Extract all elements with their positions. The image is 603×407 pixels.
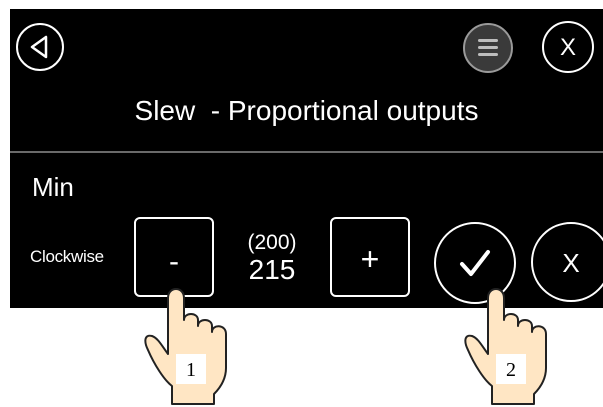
close-button[interactable]: X [542, 21, 594, 73]
increment-button[interactable]: + [330, 217, 410, 297]
menu-icon [478, 39, 498, 56]
pointing-hand-icon: 2 [464, 288, 547, 405]
previous-value: (200) [247, 231, 297, 254]
direction-label: Clockwise [30, 247, 104, 266]
annotation-number-1: 1 [186, 359, 196, 381]
close-label: X [559, 34, 576, 61]
divider [10, 151, 603, 153]
current-value: 215 [248, 254, 296, 285]
increment-label: + [360, 241, 380, 277]
page-title: Slew - Proportional outputs [134, 95, 479, 126]
back-triangle-icon [30, 35, 48, 59]
section-label-min: Min [32, 172, 74, 202]
device-screen: X Slew - Proportional outputs Min Clockw… [10, 9, 603, 308]
annotation-number-2: 2 [506, 359, 516, 381]
menu-button[interactable] [463, 23, 513, 73]
back-button[interactable] [16, 23, 64, 71]
pointing-hand-icon: 1 [144, 288, 227, 405]
